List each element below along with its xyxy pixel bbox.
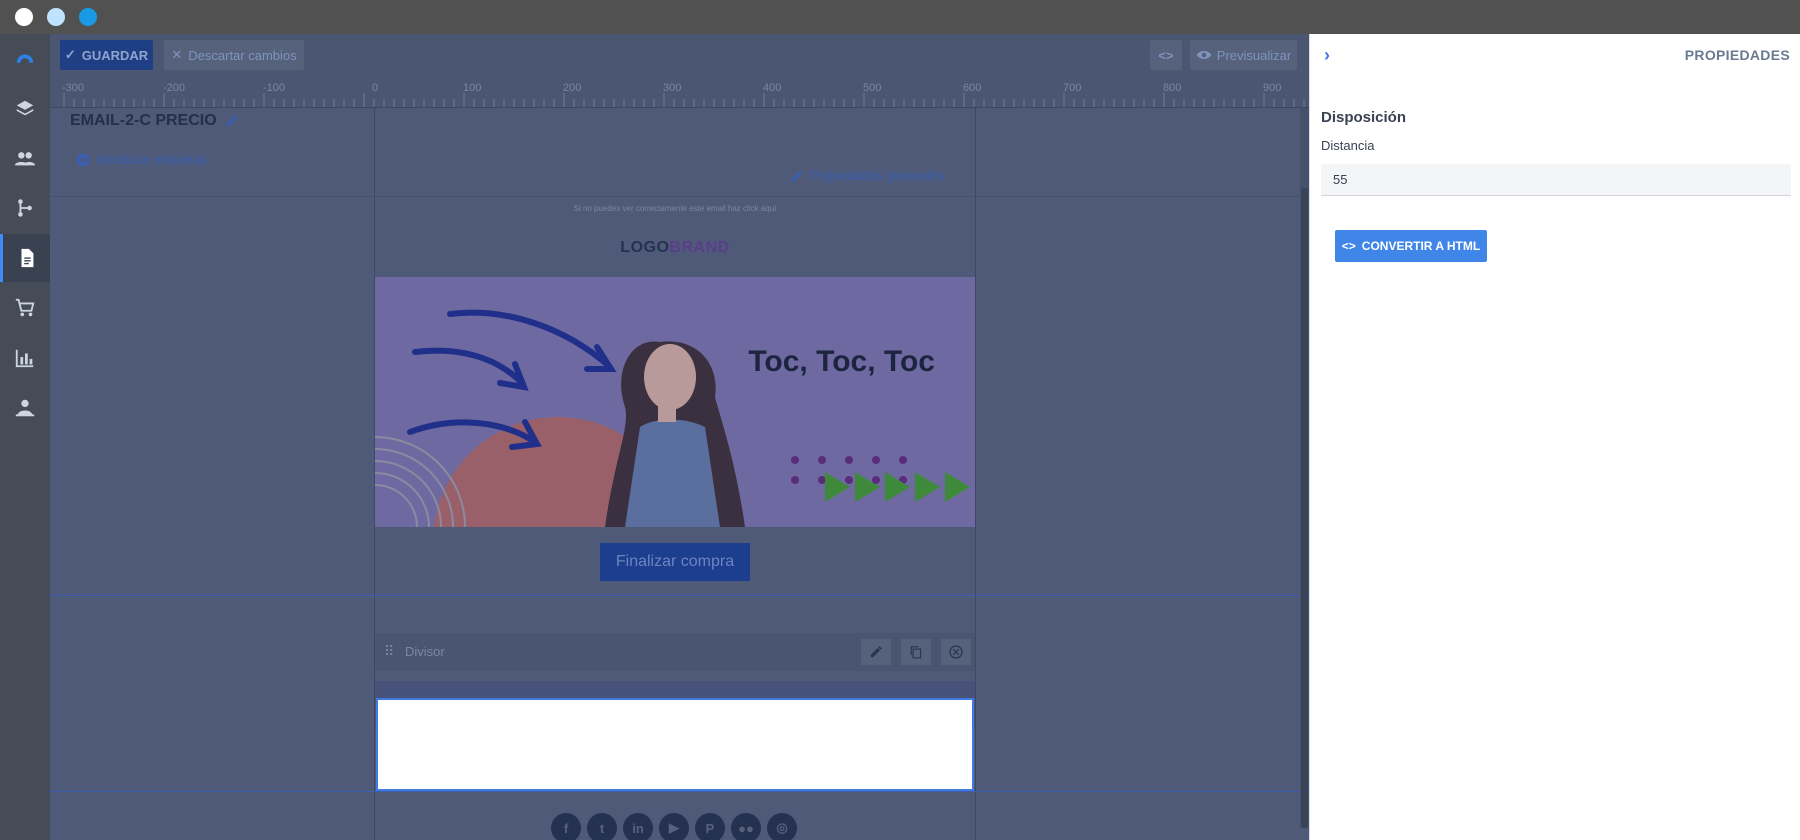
close-circle-icon xyxy=(949,645,963,659)
pencil-icon xyxy=(791,169,803,181)
general-properties-label: Propiedades generales xyxy=(810,168,944,183)
banner-headline: Toc, Toc, Toc xyxy=(748,345,935,378)
people-icon[interactable] xyxy=(0,135,50,183)
left-nav xyxy=(0,34,50,840)
canvas-right-guide xyxy=(975,108,976,840)
instagram-icon[interactable]: ◎ xyxy=(767,813,797,840)
email-name: EMAIL-2-C PRECIO xyxy=(70,112,217,129)
check-icon: ✓ xyxy=(64,47,76,62)
finish-purchase-button[interactable]: Finalizar compra xyxy=(600,543,750,581)
preview-button[interactable]: Previsualizar xyxy=(1190,40,1297,70)
delete-block-button[interactable] xyxy=(941,639,971,665)
header-separator xyxy=(50,196,1300,197)
pencil-icon xyxy=(870,646,882,658)
facebook-icon[interactable]: f xyxy=(551,813,581,840)
add-tags-link[interactable]: Introduce etiquetas xyxy=(76,152,207,167)
cart-icon[interactable] xyxy=(0,284,50,332)
hero-banner-image[interactable]: Toc, Toc, Toc xyxy=(375,277,975,527)
selection-guide-top xyxy=(50,595,1300,596)
support-agent-icon[interactable] xyxy=(0,384,50,432)
view-in-browser-text[interactable]: Si no puedes ver correctamente este emai… xyxy=(375,204,975,213)
youtube-icon[interactable]: ▶ xyxy=(659,813,689,840)
scrollbar-thumb[interactable] xyxy=(1301,188,1308,828)
window-maximize-dot[interactable] xyxy=(79,8,97,26)
selection-guide-bottom xyxy=(50,791,1300,792)
divisor-label: Divisor xyxy=(405,644,445,659)
copy-icon xyxy=(910,646,922,659)
selected-spacer-block[interactable] xyxy=(376,698,974,791)
editor-workspace: ✓ GUARDAR ✕ Descartar cambios <> Previsu… xyxy=(50,34,1309,840)
preview-label: Previsualizar xyxy=(1216,47,1292,63)
pinterest-icon[interactable]: P xyxy=(695,813,725,840)
horizontal-ruler: -300 -200 -100 0 100 200 300 400 500 600… xyxy=(50,78,1309,108)
discard-label: Descartar cambios xyxy=(188,47,297,63)
save-label: GUARDAR xyxy=(81,47,149,63)
model-figure xyxy=(605,341,745,527)
close-icon: ✕ xyxy=(171,47,183,62)
section-title: Disposición xyxy=(1321,109,1407,126)
edit-block-button[interactable] xyxy=(861,639,891,665)
discard-changes-button[interactable]: ✕ Descartar cambios xyxy=(164,40,304,70)
logo-part-brand: BRAND xyxy=(669,239,730,256)
window-titlebar xyxy=(0,0,1800,34)
document-icon[interactable] xyxy=(0,234,50,282)
distance-input[interactable] xyxy=(1321,164,1791,196)
layers-icon[interactable] xyxy=(0,85,50,133)
code-view-button[interactable]: <> xyxy=(1150,40,1182,70)
convert-to-html-button[interactable]: <> CONVERTIR A HTML xyxy=(1335,230,1487,262)
flickr-icon[interactable]: ●● xyxy=(731,813,761,840)
flow-icon[interactable] xyxy=(0,184,50,232)
banner-illustration xyxy=(375,309,970,527)
distance-label: Distancia xyxy=(1321,138,1375,153)
save-button[interactable]: ✓ GUARDAR xyxy=(60,40,153,70)
edit-pencil-icon[interactable] xyxy=(225,114,239,128)
add-circle-icon xyxy=(76,153,90,166)
brand-logo-icon[interactable] xyxy=(0,36,50,84)
linkedin-icon[interactable]: in xyxy=(623,813,653,840)
vertical-scrollbar[interactable] xyxy=(1300,108,1309,828)
logo-part-logo: LOGO xyxy=(620,239,670,256)
eye-icon xyxy=(1196,51,1212,59)
drag-handle-icon[interactable]: ⠿ xyxy=(384,643,394,660)
window-minimize-dot[interactable] xyxy=(47,8,65,26)
code-icon: <> xyxy=(1341,239,1356,253)
twitter-icon[interactable]: t xyxy=(587,813,617,840)
convert-label: CONVERTIR A HTML xyxy=(1361,239,1481,253)
brand-logo[interactable]: LOGOBRAND xyxy=(375,239,975,257)
panel-title: PROPIEDADES xyxy=(1684,47,1790,63)
general-properties-link[interactable]: Propiedades generales xyxy=(790,168,944,183)
duplicate-block-button[interactable] xyxy=(901,639,931,665)
social-icons-row: f t in ▶ P ●● ◎ xyxy=(551,813,797,840)
tags-label: Introduce etiquetas xyxy=(96,152,207,167)
chevron-right-icon[interactable]: › xyxy=(1324,45,1330,66)
page-title: EMAIL-2-C PRECIO xyxy=(70,112,239,130)
properties-panel: › PROPIEDADES Disposición Distancia <> C… xyxy=(1309,34,1800,840)
window-close-dot[interactable] xyxy=(15,8,33,26)
divisor-block-toolbar: ⠿ Divisor xyxy=(375,633,975,671)
code-icon: <> xyxy=(1158,47,1174,63)
editor-toolbar: ✓ GUARDAR ✕ Descartar cambios <> Previsu… xyxy=(50,34,1309,78)
ruler-ticks xyxy=(63,93,1305,107)
bar-chart-icon[interactable] xyxy=(0,334,50,382)
